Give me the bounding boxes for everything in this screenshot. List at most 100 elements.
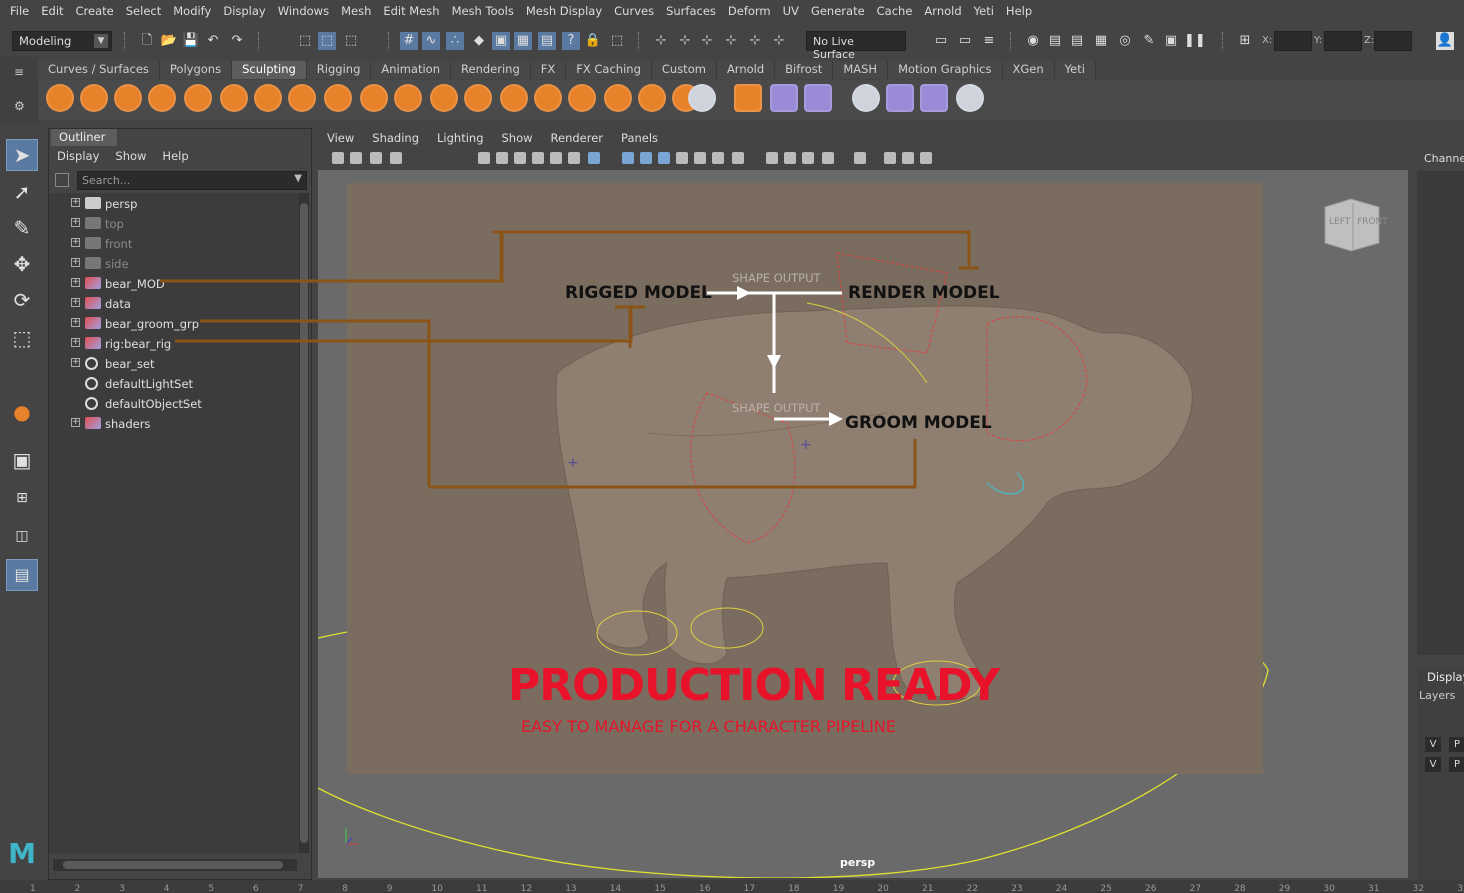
outliner-item[interactable]: + bear_groom_grp (49, 315, 299, 335)
pause-viewport-icon[interactable]: ❚❚ (1184, 32, 1206, 50)
layer-visibility-toggle[interactable]: V (1425, 737, 1441, 752)
make-live-icon[interactable]: ▦ (514, 32, 532, 50)
viewport-menu-show[interactable]: Show (493, 130, 542, 148)
bulge-icon[interactable] (568, 84, 596, 112)
sculpt-icon[interactable] (46, 84, 74, 112)
light-editor-icon[interactable]: ▣ (1162, 32, 1180, 50)
shelf-tab-custom[interactable]: Custom (651, 61, 717, 79)
expand-icon[interactable]: + (71, 318, 80, 327)
menu-yeti[interactable]: Yeti (968, 4, 1000, 18)
lock-icon[interactable]: 🔒 (584, 32, 602, 50)
xray-joints-icon[interactable] (884, 152, 896, 164)
outliner-item[interactable]: + front (49, 235, 299, 255)
outliner-item[interactable]: + persp (49, 195, 299, 215)
two-pane-layout-icon[interactable]: ◫ (6, 521, 38, 553)
shelf-tab-bifrost[interactable]: Bifrost (775, 61, 834, 79)
xray-components-icon[interactable] (902, 152, 914, 164)
shelf-gear-icon[interactable]: ⚙ (14, 99, 25, 113)
expand-icon[interactable]: + (71, 338, 80, 347)
outliner-layout-icon[interactable]: ▤ (6, 559, 38, 591)
locator-icon[interactable]: + (567, 455, 579, 471)
outliner-menu-show[interactable]: Show (107, 148, 154, 166)
layer-playback-toggle[interactable]: P (1449, 737, 1464, 752)
outliner-item[interactable]: + top (49, 215, 299, 235)
undo-icon[interactable]: ↶ (204, 32, 222, 50)
outliner-horizontal-scrollbar[interactable] (53, 859, 297, 871)
lights-icon[interactable] (694, 152, 706, 164)
expand-icon[interactable]: + (71, 358, 80, 367)
expand-icon[interactable]: + (71, 218, 80, 227)
shelf-tab-mash[interactable]: MASH (833, 61, 889, 79)
menu-arnold[interactable]: Arnold (918, 4, 967, 18)
shelf-tab-rendering[interactable]: Rendering (451, 61, 531, 79)
viewcube-left-face[interactable]: LEFT (1329, 217, 1350, 227)
menu-select[interactable]: Select (120, 4, 167, 18)
field-chart-icon[interactable] (550, 152, 562, 164)
snap-curve-icon[interactable]: ∿ (422, 32, 440, 50)
live-surface-field[interactable]: No Live Surface (806, 31, 906, 61)
y-field[interactable] (1324, 31, 1362, 51)
pinch-icon[interactable] (184, 84, 212, 112)
hypershade-icon[interactable]: ◎ (1116, 32, 1134, 50)
menu-generate[interactable]: Generate (805, 4, 871, 18)
safe-action-icon[interactable] (568, 152, 580, 164)
scrape-icon[interactable] (430, 84, 458, 112)
expand-icon[interactable]: + (71, 198, 80, 207)
expand-icon[interactable]: + (71, 418, 80, 427)
lasso-tool-icon[interactable]: ➚ (6, 177, 38, 209)
outliner-search-input[interactable]: Search... ▼ (77, 171, 307, 190)
shelf-tab-polygons[interactable]: Polygons (159, 61, 233, 79)
time-slider[interactable]: 1 2 3 4 5 6 7 8 9 10 11 12 13 14 15 16 17 18 19 20 21 22 23 24 2… (0, 880, 1464, 893)
input-output-icon[interactable]: ▭ (956, 32, 974, 50)
layers-menu[interactable]: Layers (1419, 689, 1455, 702)
transform-mode-icon[interactable]: ⊞ (1236, 32, 1254, 50)
shelf-tab-motion-graphics[interactable]: Motion Graphics (888, 61, 1003, 79)
shelf-tab-curves-surfaces[interactable]: Curves / Surfaces (38, 61, 160, 79)
outliner-item[interactable]: + shaders (49, 415, 299, 435)
menu-display[interactable]: Display (217, 4, 271, 18)
menu-surfaces[interactable]: Surfaces (660, 4, 722, 18)
relax-icon[interactable] (114, 84, 142, 112)
eraser-icon[interactable] (956, 84, 984, 112)
shelf-tab-fx-caching[interactable]: FX Caching (566, 61, 652, 79)
layer-playback-toggle[interactable]: P (1449, 757, 1464, 772)
dof-icon[interactable] (802, 152, 814, 164)
snap-magnet-icon[interactable]: ⊹ (746, 32, 764, 50)
freeze-icon[interactable] (638, 84, 666, 112)
layer-stack-icon[interactable] (920, 84, 948, 112)
freeze-all-icon[interactable] (688, 84, 716, 112)
spray-icon[interactable] (288, 84, 316, 112)
x-field[interactable] (1274, 31, 1312, 51)
move-tool-icon[interactable]: ✥ (6, 249, 38, 281)
safe-title-icon[interactable] (588, 152, 600, 164)
expand-icon[interactable]: + (71, 238, 80, 247)
chevron-down-icon[interactable]: ▼ (94, 34, 108, 48)
imprint-icon[interactable] (360, 84, 388, 112)
new-scene-icon[interactable]: 🗋 (138, 32, 156, 50)
snap-align-icon[interactable]: ⊹ (676, 32, 694, 50)
xray-icon[interactable] (854, 152, 866, 164)
transfer-icon[interactable] (734, 84, 762, 112)
layer-visibility-toggle[interactable]: V (1425, 757, 1441, 772)
save-scene-icon[interactable]: 💾 (182, 32, 200, 50)
viewport-persp[interactable]: + + RIGGED MODEL RENDER MODEL GROOM MODE… (318, 170, 1408, 878)
shelf-tab-yeti[interactable]: Yeti (1054, 61, 1096, 79)
select-tool-icon[interactable]: ➤ (6, 139, 38, 171)
wireframe-icon[interactable] (622, 152, 634, 164)
viewport-menu-lighting[interactable]: Lighting (428, 130, 492, 148)
shelf-tab-rigging[interactable]: Rigging (306, 61, 372, 79)
menu-mesh-tools[interactable]: Mesh Tools (446, 4, 520, 18)
render-setup-icon[interactable]: ✎ (1140, 32, 1158, 50)
outliner-item[interactable]: defaultObjectSet (49, 395, 299, 415)
select-object-icon[interactable]: ⬚ (318, 32, 336, 50)
help-icon[interactable]: ? (562, 32, 580, 50)
menu-mesh-display[interactable]: Mesh Display (520, 4, 608, 18)
scale-tool-icon[interactable]: ⬚ (6, 323, 38, 355)
filter-icon[interactable] (55, 173, 69, 187)
shelf-tab-sculpting[interactable]: Sculpting (232, 61, 307, 79)
scrollbar-thumb[interactable] (300, 203, 308, 843)
redo-icon[interactable]: ↷ (228, 32, 246, 50)
grid-icon[interactable] (478, 152, 490, 164)
menu-edit[interactable]: Edit (35, 4, 69, 18)
select-lock-icon[interactable]: ⬚ (608, 32, 626, 50)
